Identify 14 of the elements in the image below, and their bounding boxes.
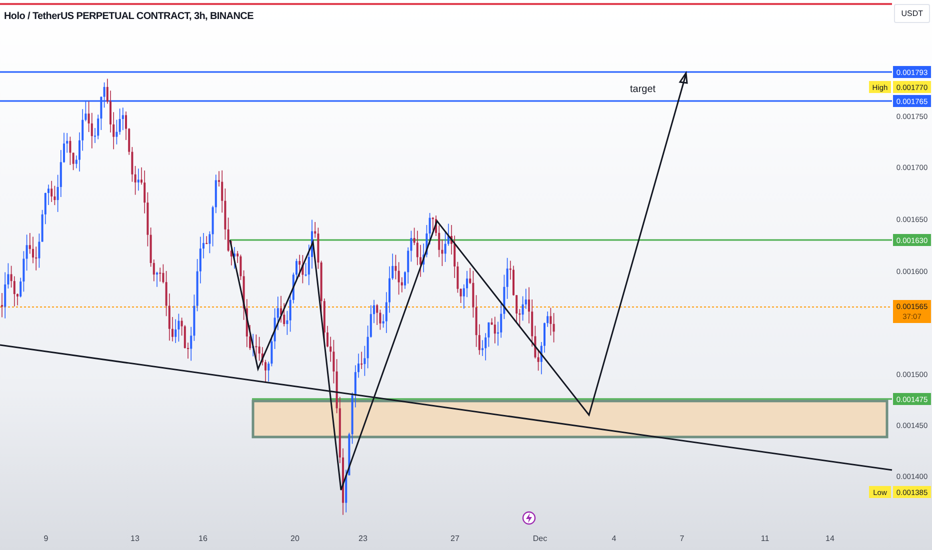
date-axis-label: 7 <box>680 534 684 543</box>
date-axis-label: 20 <box>290 534 300 543</box>
target-annotation: target <box>630 84 656 95</box>
date-axis-label: 16 <box>198 534 208 543</box>
date-axis-label: 9 <box>44 534 48 543</box>
chart-title: Holo / TetherUS PERPETUAL CONTRACT, 3h, BINANCE <box>4 11 254 22</box>
date-axis-label: 14 <box>826 534 834 543</box>
date-axis-label: 11 <box>760 534 770 543</box>
date-axis-label: 13 <box>130 534 140 543</box>
currency-button[interactable]: USDT <box>894 4 930 23</box>
date-axis-label: 27 <box>450 534 460 543</box>
date-axis-label: 23 <box>358 534 368 543</box>
date-axis-label: 4 <box>612 534 616 543</box>
date-axis-label: Dec <box>532 534 548 543</box>
